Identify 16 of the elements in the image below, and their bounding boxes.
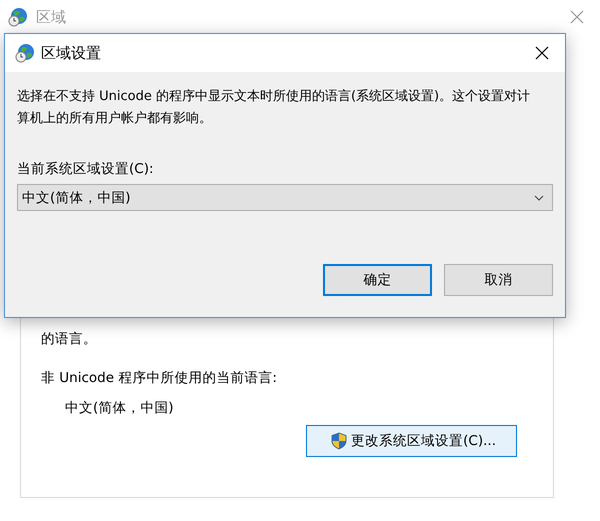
ok-button[interactable]: 确定: [323, 264, 432, 296]
window-title: 区域: [36, 8, 67, 26]
dialog-title: 区域设置: [41, 44, 102, 62]
description-text: 的语言。: [41, 330, 98, 349]
chevron-icon: [534, 194, 544, 200]
current-language-label: 非 Unicode 程序中所使用的当前语言:: [41, 369, 278, 387]
globe-icon: [8, 7, 28, 27]
locale-dropdown[interactable]: 中文(简体，中国): [17, 184, 553, 211]
current-language-value: 中文(简体，中国): [65, 399, 175, 417]
dialog-description: 选择在不支持 Unicode 的程序中显示文本时所使用的语言(系统区域设置)。这个设置对计算机上的所有用户帐户都有影响。: [17, 88, 532, 128]
globe-icon: [15, 43, 35, 63]
cancel-button[interactable]: 取消: [444, 264, 553, 296]
shield-icon: [331, 432, 348, 450]
close-icon[interactable]: [535, 46, 549, 60]
change-locale-button[interactable]: 更改系统区域设置(C)...: [306, 425, 517, 457]
locale-label: 当前系统区域设置(C):: [17, 160, 155, 178]
